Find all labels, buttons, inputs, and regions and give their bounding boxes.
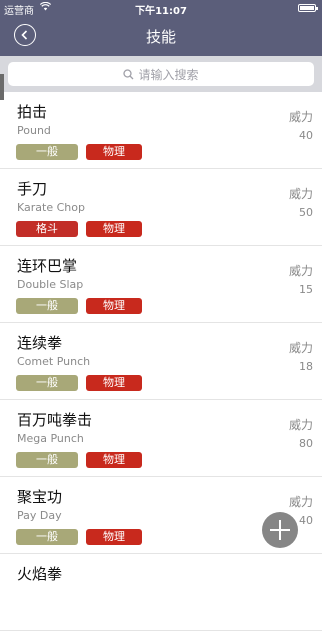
move-name: 手刀 (17, 180, 48, 198)
clock: 下午11:07 (135, 6, 187, 17)
category-badge: 物理 (86, 452, 142, 468)
move-list: 拍击 Pound 一般 物理 威力 40 手刀 Karate Chop 格斗 物… (0, 92, 322, 631)
power-label: 威力 (288, 110, 313, 124)
list-item[interactable]: 火焰拳 (0, 554, 322, 631)
power-label: 威力 (288, 341, 313, 355)
type-badge: 一般 (16, 144, 78, 160)
type-badge: 一般 (16, 452, 78, 468)
power-value: 18 (299, 360, 313, 373)
list-item[interactable]: 百万吨拳击 Mega Punch 一般 物理 威力 80 (0, 400, 322, 477)
move-name: 连续拳 (17, 334, 63, 352)
list-item[interactable]: 拍击 Pound 一般 物理 威力 40 (0, 92, 322, 169)
power-label: 威力 (288, 418, 313, 432)
move-name: 连环巴掌 (17, 257, 78, 275)
move-name: 百万吨拳击 (17, 411, 93, 429)
power-value: 40 (299, 514, 313, 527)
power-value: 50 (299, 206, 313, 219)
move-name: 火焰拳 (17, 565, 63, 583)
category-badge: 物理 (86, 221, 142, 237)
status-bar: 运营商 下午11:07 (0, 0, 322, 17)
navigation-bar: 技能 (0, 16, 322, 56)
move-english-name: Karate Chop (17, 201, 85, 214)
power-value: 40 (299, 129, 313, 142)
search-bar: 请输入搜索 (0, 56, 322, 92)
move-english-name: Pay Day (17, 509, 62, 522)
list-item[interactable]: 手刀 Karate Chop 格斗 物理 威力 50 (0, 169, 322, 246)
power-value: 80 (299, 437, 313, 450)
list-item[interactable]: 连续拳 Comet Punch 一般 物理 威力 18 (0, 323, 322, 400)
move-name: 拍击 (17, 103, 48, 121)
move-english-name: Double Slap (17, 278, 84, 291)
type-badge: 一般 (16, 529, 78, 545)
power-label: 威力 (288, 495, 313, 509)
category-badge: 物理 (86, 529, 142, 545)
add-button[interactable] (262, 512, 298, 548)
page-title: 技能 (145, 28, 176, 46)
power-value: 15 (299, 283, 313, 296)
battery-icon (298, 4, 318, 12)
search-input[interactable]: 请输入搜索 (8, 62, 314, 86)
type-badge: 一般 (16, 375, 78, 391)
list-item[interactable]: 连环巴掌 Double Slap 一般 物理 威力 15 (0, 246, 322, 323)
power-label: 威力 (288, 187, 313, 201)
power-label: 威力 (288, 264, 313, 278)
type-badge: 格斗 (16, 221, 78, 237)
move-english-name: Pound (17, 124, 51, 137)
move-english-name: Mega Punch (17, 432, 84, 445)
type-badge: 一般 (16, 298, 78, 314)
move-english-name: Comet Punch (17, 355, 91, 368)
search-icon (123, 68, 134, 79)
category-badge: 物理 (86, 298, 142, 314)
category-badge: 物理 (86, 144, 142, 160)
move-name: 聚宝功 (17, 488, 63, 506)
category-badge: 物理 (86, 375, 142, 391)
search-placeholder: 请输入搜索 (138, 67, 199, 82)
